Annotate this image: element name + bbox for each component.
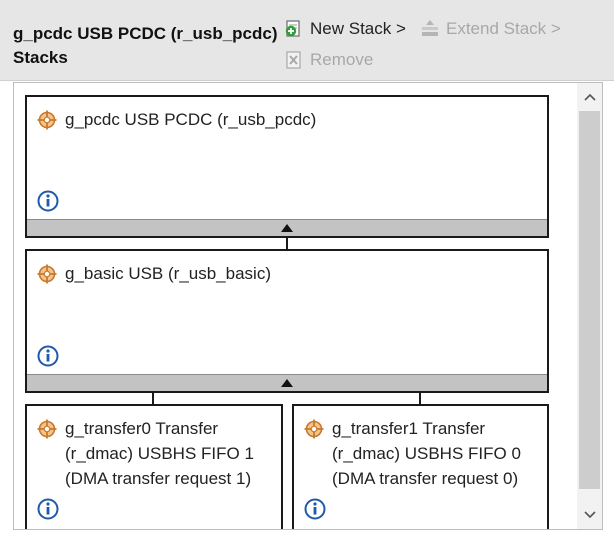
info-icon[interactable] <box>37 498 59 520</box>
scroll-up-button[interactable] <box>577 86 602 108</box>
extend-stack-icon <box>422 20 438 36</box>
stack-title: g_pcdc USB PCDC (r_usb_pcdc) Stacks <box>13 22 278 70</box>
remove-icon <box>286 51 301 69</box>
info-icon[interactable] <box>37 345 59 367</box>
expand-bar[interactable] <box>27 219 547 236</box>
stack-title-line1: g_pcdc USB PCDC (r_usb_pcdc) <box>13 24 278 43</box>
module-title: g_transfer0 Transfer (r_dmac) USBHS FIFO… <box>65 416 254 491</box>
gear-icon <box>37 419 57 439</box>
new-stack-button[interactable]: New Stack > <box>284 19 406 39</box>
chevron-down-icon <box>583 511 596 519</box>
module-title-line: (DMA transfer request 1) <box>65 469 252 488</box>
gear-icon <box>37 264 57 284</box>
scrollbar-thumb[interactable] <box>579 111 600 489</box>
vertical-scrollbar[interactable] <box>577 83 602 529</box>
module-title: g_transfer1 Transfer (r_dmac) USBHS FIFO… <box>332 416 521 491</box>
module-title-line: g_transfer0 Transfer <box>65 419 219 438</box>
remove-button[interactable]: Remove <box>284 50 373 70</box>
module-title-line: (r_dmac) USBHS FIFO 1 <box>65 444 254 463</box>
scroll-down-button[interactable] <box>577 504 602 526</box>
stack-diagram-panel: g_pcdc USB PCDC (r_usb_pcdc) g_basic USB… <box>13 82 603 530</box>
add-stack-icon <box>285 20 300 37</box>
expand-bar[interactable] <box>27 374 547 391</box>
module-title-line: (r_dmac) USBHS FIFO 0 <box>332 444 521 463</box>
collapse-arrow-icon <box>281 224 293 232</box>
gear-icon <box>37 110 57 130</box>
module-title-line: (DMA transfer request 0) <box>332 469 519 488</box>
chevron-up-icon <box>583 93 596 101</box>
module-card-transfer0[interactable]: g_transfer0 Transfer (r_dmac) USBHS FIFO… <box>25 404 283 529</box>
module-card-transfer1[interactable]: g_transfer1 Transfer (r_dmac) USBHS FIFO… <box>292 404 549 529</box>
remove-label: Remove <box>310 50 374 69</box>
module-card-pcdc[interactable]: g_pcdc USB PCDC (r_usb_pcdc) <box>25 95 549 238</box>
new-stack-label: New Stack > <box>310 19 406 38</box>
extend-stack-label: Extend Stack > <box>446 19 561 38</box>
stack-header: g_pcdc USB PCDC (r_usb_pcdc) Stacks New … <box>0 0 614 81</box>
module-card-basic[interactable]: g_basic USB (r_usb_basic) <box>25 249 549 393</box>
info-icon[interactable] <box>37 190 59 212</box>
module-title: g_pcdc USB PCDC (r_usb_pcdc) <box>65 110 317 129</box>
info-icon[interactable] <box>304 498 326 520</box>
module-title: g_basic USB (r_usb_basic) <box>65 264 271 283</box>
module-title-line: g_transfer1 Transfer <box>332 419 486 438</box>
gear-icon <box>304 419 324 439</box>
extend-stack-button[interactable]: Extend Stack > <box>420 19 561 39</box>
stack-title-line2: Stacks <box>13 48 68 67</box>
collapse-arrow-icon <box>281 379 293 387</box>
